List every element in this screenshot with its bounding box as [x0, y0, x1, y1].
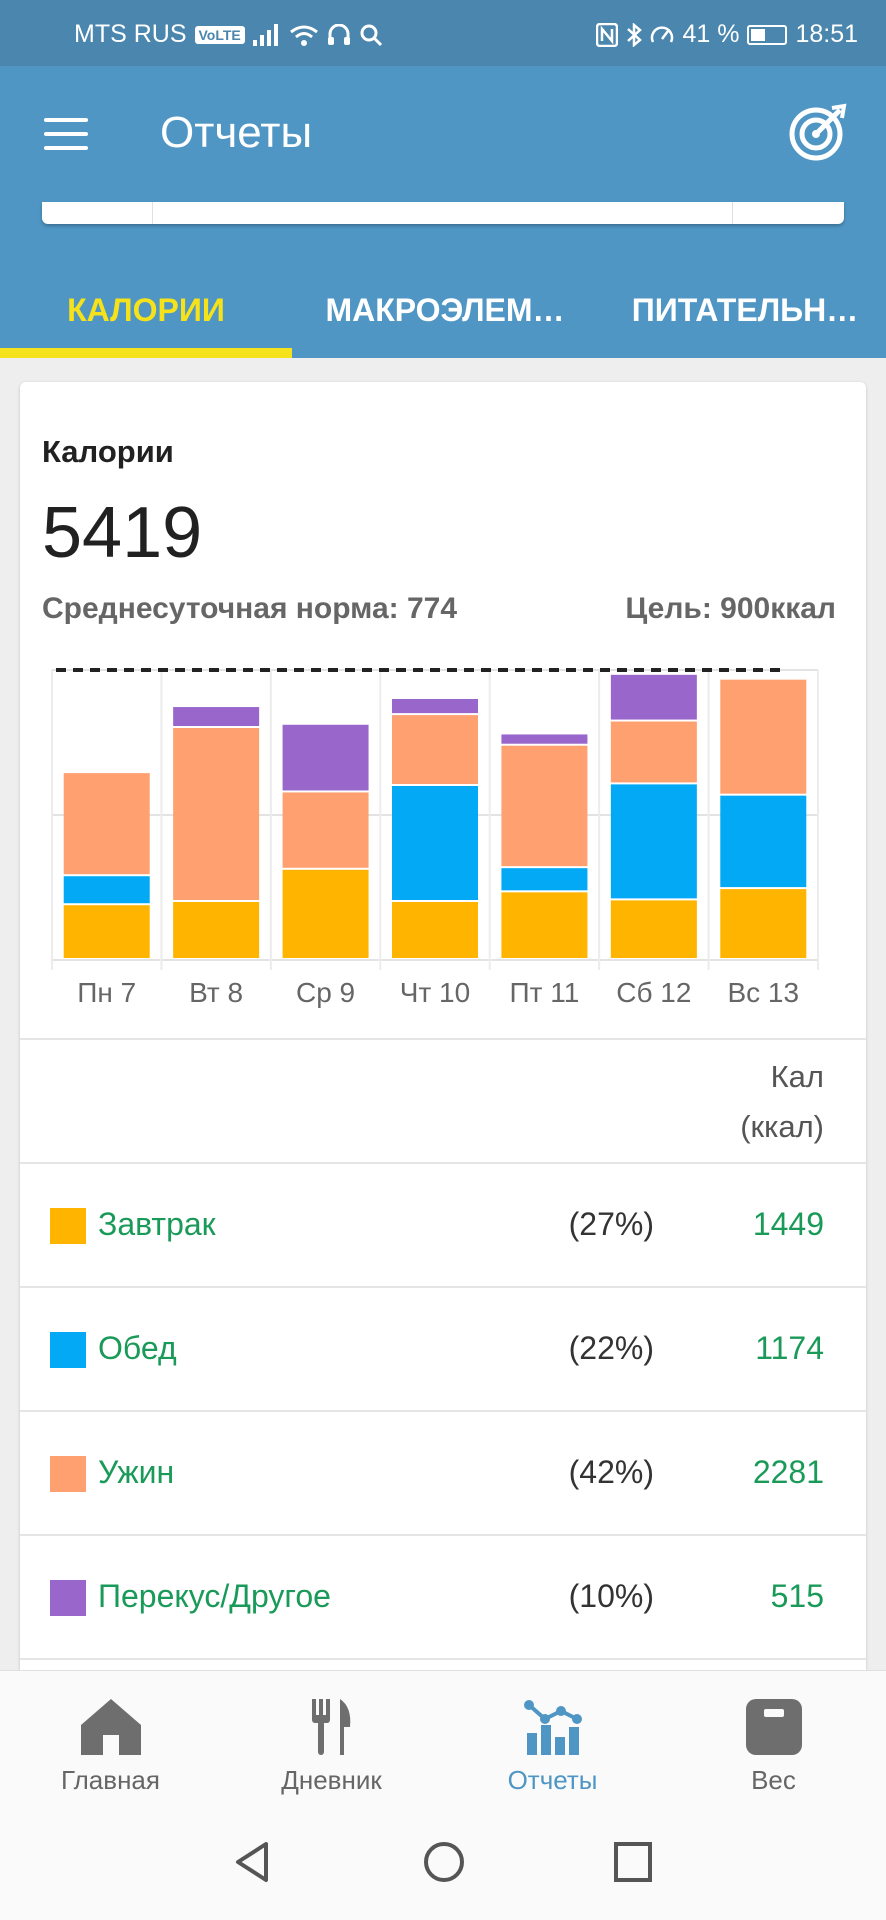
tab-macros[interactable]: МАКРОЭЛЕМ…: [300, 262, 590, 358]
bar-segment: [610, 674, 697, 720]
signal-icon: [252, 23, 278, 46]
bar-segment: [282, 792, 369, 868]
nav-reports[interactable]: Отчеты: [442, 1671, 663, 1815]
hamburger-icon[interactable]: [44, 118, 88, 152]
nav-home[interactable]: Главная: [0, 1671, 221, 1815]
bar-segment: [173, 902, 260, 958]
bar-segment: [392, 699, 478, 714]
nav-weight-label: Вес: [751, 1765, 796, 1795]
row-percent: (42%): [568, 1454, 654, 1490]
recents-icon[interactable]: [612, 1840, 652, 1884]
row-name: Обед: [98, 1330, 177, 1366]
bottom-navigation: Главная Дневник Отчеты Вес: [0, 1670, 886, 1815]
row-value: 1174: [755, 1330, 824, 1366]
bar-segment: [501, 868, 588, 891]
bar-segment: [392, 786, 478, 900]
column-header-cal: Кал (ккал): [740, 1052, 824, 1152]
bar-segment: [173, 707, 260, 726]
table-row[interactable]: Ужин (42%) 2281: [20, 1412, 866, 1534]
x-tick-label: Вс 13: [727, 977, 799, 1008]
legend-swatch-snack: [50, 1580, 86, 1616]
bar-segment: [63, 773, 150, 875]
bar-segment: [501, 745, 588, 867]
bar-segment: [720, 679, 807, 794]
row-value: 515: [770, 1578, 824, 1614]
home-icon: [80, 1699, 141, 1755]
chart-icon: [523, 1700, 582, 1755]
bar-segment: [610, 784, 697, 899]
nav-diary[interactable]: Дневник: [221, 1671, 442, 1815]
page-title: Отчеты: [160, 108, 313, 157]
volte-badge: VoLTE: [194, 25, 245, 44]
calories-card: Калории 5419 Среднесуточная норма: 774 Ц…: [20, 382, 866, 1702]
nfc-icon: [596, 22, 619, 47]
status-bar: MTS RUS VoLTE 41 % 18:51: [0, 0, 886, 66]
bar-segment: [610, 721, 697, 783]
row-name: Завтрак: [98, 1206, 216, 1242]
bar-segment: [720, 889, 807, 958]
legend-swatch-breakfast: [50, 1208, 86, 1244]
scale-icon: [745, 1699, 802, 1755]
headset-icon: [327, 23, 350, 45]
x-tick-label: Чт 10: [400, 977, 470, 1008]
clock: 18:51: [795, 20, 858, 48]
search-icon: [360, 24, 382, 46]
row-percent: (10%): [568, 1578, 654, 1614]
bluetooth-icon: [627, 22, 643, 47]
system-navigation-bar: [0, 1814, 886, 1920]
x-tick-label: Сб 12: [616, 977, 691, 1008]
active-tab-indicator: [0, 348, 292, 358]
nav-diary-label: Дневник: [281, 1765, 382, 1795]
row-value: 2281: [752, 1454, 824, 1490]
bar-segment: [63, 905, 150, 958]
status-left: MTS RUS VoLTE: [74, 20, 383, 49]
bar-segment: [282, 724, 369, 791]
tab-nutrients[interactable]: ПИТАТЕЛЬН…: [604, 262, 886, 358]
status-right: 41 % 18:51: [596, 20, 858, 49]
tab-calories[interactable]: КАЛОРИИ: [0, 262, 292, 358]
column-header-cal-line2: (ккал): [740, 1109, 824, 1144]
row-name: Ужин: [98, 1454, 175, 1490]
x-tick-label: Пн 7: [77, 977, 136, 1008]
column-header-cal-line1: Кал: [770, 1059, 824, 1094]
row-percent: (27%): [568, 1206, 654, 1242]
row-divider: [20, 1658, 866, 1660]
carrier-label: MTS RUS: [74, 20, 187, 48]
x-tick-label: Ср 9: [296, 977, 355, 1008]
home-circle-icon[interactable]: [422, 1840, 466, 1884]
bar-segment: [610, 900, 697, 958]
tab-bar: КАЛОРИИ МАКРОЭЛЕМ… ПИТАТЕЛЬН…: [0, 262, 886, 358]
bar-segment: [720, 795, 807, 888]
wifi-icon: [289, 25, 318, 46]
battery-icon: [747, 24, 788, 45]
target-icon[interactable]: [788, 102, 848, 162]
calories-bar-chart: Пн 7 Вт 8 Ср 9 Чт 10 Пт 11 Сб 12 Вс 13: [51, 668, 819, 1008]
bar-segment: [392, 902, 478, 958]
bar-segment: [501, 734, 588, 744]
row-name: Перекус/Другое: [98, 1578, 331, 1614]
bar-segment: [282, 869, 369, 958]
legend-swatch-lunch: [50, 1332, 86, 1368]
date-picker-strip[interactable]: [42, 202, 844, 224]
back-icon[interactable]: [232, 1840, 272, 1884]
table-row[interactable]: Перекус/Другое (10%) 515: [20, 1536, 866, 1658]
nav-weight[interactable]: Вес: [663, 1671, 884, 1815]
row-value: 1449: [752, 1206, 824, 1242]
bar-segment: [392, 715, 478, 784]
row-percent: (22%): [568, 1330, 654, 1366]
bar-segment: [173, 728, 260, 900]
legend-swatch-dinner: [50, 1456, 86, 1492]
nav-home-label: Главная: [61, 1765, 160, 1795]
battery-percent: 41 %: [682, 20, 740, 48]
table-row[interactable]: Завтрак (27%) 1449: [20, 1164, 866, 1286]
x-tick-label: Вт 8: [189, 977, 243, 1008]
bar-segment: [501, 892, 588, 958]
speedometer-icon: [651, 25, 674, 43]
nav-reports-label: Отчеты: [507, 1765, 598, 1795]
fork-knife-icon: [311, 1699, 350, 1755]
bar-segment: [63, 876, 150, 904]
table-top-divider: [20, 1038, 866, 1040]
x-tick-label: Пт 11: [510, 977, 580, 1008]
table-row[interactable]: Обед (22%) 1174: [20, 1288, 866, 1410]
